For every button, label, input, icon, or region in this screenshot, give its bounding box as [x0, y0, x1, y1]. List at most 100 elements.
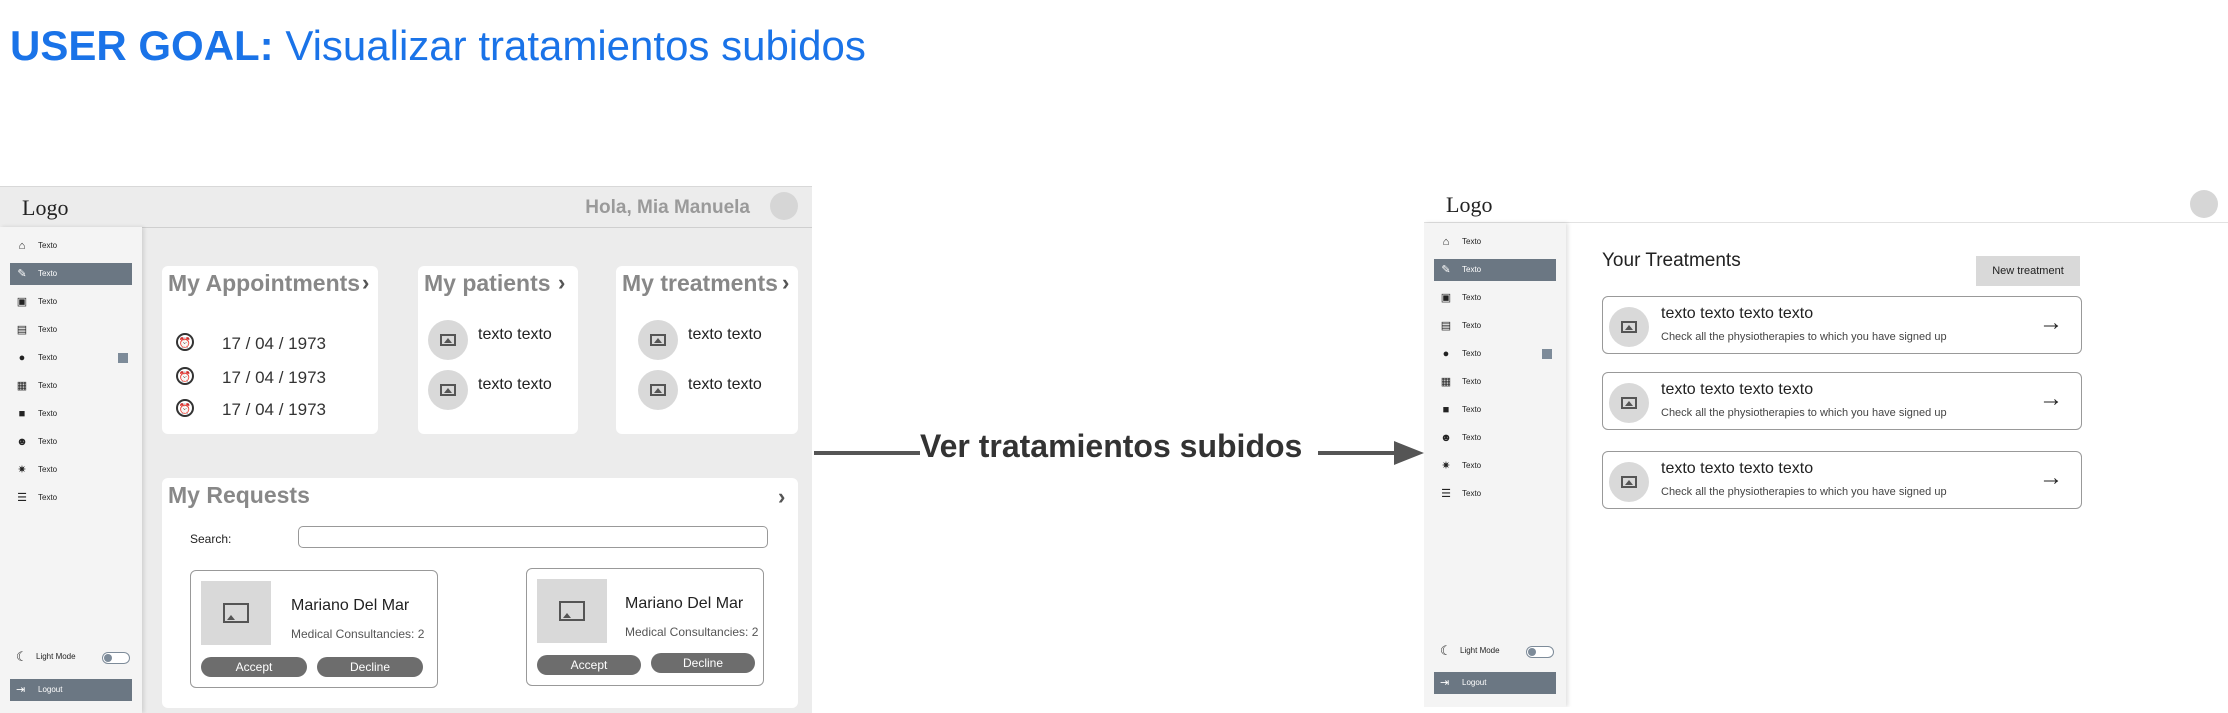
chevron-right-icon[interactable]: ›	[782, 270, 789, 296]
treatment-card[interactable]: texto texto texto texto Check all the ph…	[1602, 451, 2082, 509]
moon-icon: ☾	[16, 649, 28, 664]
treatments-card: My treatments › texto texto texto texto	[616, 266, 798, 434]
sidebar-item-4[interactable]: ▤ Texto	[1434, 315, 1556, 337]
sidebar-item-6[interactable]: ▦ Texto	[1434, 371, 1556, 393]
treatments-title[interactable]: My treatments	[622, 270, 778, 297]
sidebar-item-label: Texto	[1462, 405, 1482, 414]
sidebar-item-4[interactable]: ▤ Texto	[10, 319, 132, 341]
sidebar-item-3[interactable]: ▣ Texto	[1434, 287, 1556, 309]
treatment-card[interactable]: texto texto texto texto Check all the ph…	[1602, 372, 2082, 430]
sidebar-item-label: Texto	[1462, 265, 1482, 274]
sidebar-item-3[interactable]: ▣ Texto	[10, 291, 132, 313]
arrow-right-icon	[1394, 441, 1424, 465]
notification-badge	[118, 353, 128, 363]
notification-badge	[1542, 349, 1552, 359]
sidebar-item-8[interactable]: ☻ Texto	[10, 431, 132, 453]
request-card: Mariano Del Mar Medical Consultancies: 2…	[190, 570, 438, 688]
search-label: Search:	[190, 532, 232, 546]
sidebar-item-2[interactable]: ✎ Texto	[10, 263, 132, 285]
dashboard-screen: Logo Hola, Mia Manuela ⌂ Texto ✎ Texto ▣ Te…	[0, 186, 812, 713]
chevron-right-icon[interactable]: ›	[362, 270, 369, 296]
image-placeholder-icon	[1609, 462, 1649, 502]
treatment-title: texto texto texto texto	[1661, 305, 1814, 322]
treatments-screen: Logo ⌂ Texto ✎ Texto ▣ Texto ▤ Texto ● Texto …	[1424, 186, 2228, 707]
requests-title[interactable]: My Requests	[168, 482, 310, 509]
arrow-right-icon[interactable]: →	[2039, 464, 2063, 492]
accept-button[interactable]: Accept	[537, 655, 641, 675]
sidebar-item-label: Texto	[1462, 349, 1482, 358]
image-placeholder-icon	[1609, 383, 1649, 423]
chevron-right-icon[interactable]: ›	[558, 270, 565, 296]
logout-button[interactable]: ⇥ Logout	[1434, 672, 1556, 694]
document-icon: ▤	[16, 324, 28, 336]
sidebar-item-label: Texto	[38, 465, 58, 474]
logout-button[interactable]: ⇥ Logout	[10, 679, 132, 701]
sidebar-item-8[interactable]: ☻ Texto	[1434, 427, 1556, 449]
image-placeholder-icon	[638, 320, 678, 360]
sidebar-item-label: Texto	[38, 297, 58, 306]
top-bar: Logo Hola, Mia Manuela	[0, 186, 812, 228]
light-mode-label: Light Mode	[36, 652, 76, 661]
sidebar-item-label: Texto	[38, 269, 58, 278]
chat-icon: ●	[18, 352, 26, 364]
decline-button[interactable]: Decline	[651, 653, 755, 673]
logout-icon: ⇥	[16, 684, 26, 696]
arrow-right-icon[interactable]: →	[2039, 385, 2063, 413]
decline-button[interactable]: Decline	[317, 657, 423, 677]
gear-icon: ✷	[1441, 460, 1451, 472]
logo[interactable]: Logo	[1446, 192, 1492, 218]
patients-title[interactable]: My patients	[424, 270, 551, 297]
sidebar-item-label: Texto	[38, 241, 58, 250]
avatar[interactable]	[2190, 190, 2218, 218]
sidebar-item-2[interactable]: ✎ Texto	[1434, 259, 1556, 281]
sidebar-item-1[interactable]: ⌂ Texto	[1434, 231, 1556, 253]
new-treatment-button[interactable]: New treatment	[1976, 256, 2080, 286]
flow-arrow-line-left	[814, 451, 920, 455]
gear-icon: ✷	[17, 464, 27, 476]
people-icon: ☻	[1440, 432, 1452, 444]
accept-button[interactable]: Accept	[201, 657, 307, 677]
sidebar-item-label: Texto	[38, 381, 58, 390]
sidebar-item-7[interactable]: ■ Texto	[10, 403, 132, 425]
edit-icon: ✎	[17, 268, 27, 280]
image-placeholder-icon	[1609, 307, 1649, 347]
sidebar-item-1[interactable]: ⌂ Texto	[10, 235, 132, 257]
logout-label: Logout	[38, 685, 63, 694]
user-goal-heading: USER GOAL: Visualizar tratamientos subid…	[10, 22, 866, 70]
home-icon: ⌂	[1442, 236, 1450, 248]
sidebar-item-6[interactable]: ▦ Texto	[10, 375, 132, 397]
sliders-icon: ☰	[1441, 488, 1451, 500]
treatment-title: texto texto texto texto	[1661, 460, 1814, 477]
logout-icon: ⇥	[1440, 677, 1450, 689]
request-detail: Medical Consultancies: 2	[625, 625, 759, 639]
avatar[interactable]	[770, 192, 798, 220]
top-bar: Logo	[1424, 186, 2228, 223]
sidebar-item-label: Texto	[38, 437, 58, 446]
sidebar-item-9[interactable]: ✷ Texto	[10, 459, 132, 481]
chevron-right-icon[interactable]: ›	[778, 484, 785, 510]
sidebar-item-9[interactable]: ✷ Texto	[1434, 455, 1556, 477]
search-input[interactable]	[298, 526, 768, 548]
sidebar-item-10[interactable]: ☰ Texto	[1434, 483, 1556, 505]
appointments-title[interactable]: My Appointments	[168, 270, 360, 297]
greeting-text: Hola, Mia Manuela	[585, 197, 750, 218]
edit-icon: ✎	[1441, 264, 1451, 276]
people-icon: ☻	[16, 436, 28, 448]
logo[interactable]: Logo	[22, 195, 68, 221]
sidebar-item-5[interactable]: ● Texto	[1434, 343, 1556, 365]
alarm-icon: ⏰	[176, 367, 194, 385]
treatment-card[interactable]: texto texto texto texto Check all the ph…	[1602, 296, 2082, 354]
home-icon: ⌂	[18, 240, 26, 252]
sidebar-item-5[interactable]: ● Texto	[10, 347, 132, 369]
sidebar-item-7[interactable]: ■ Texto	[1434, 399, 1556, 421]
sidebar-item-label: Texto	[1462, 489, 1482, 498]
light-mode-toggle[interactable]	[102, 652, 130, 664]
appointments-card: My Appointments › ⏰ 17 / 04 / 1973 ⏰ 17 / …	[162, 266, 378, 434]
appointment-date: 17 / 04 / 1973	[222, 400, 326, 419]
alarm-icon: ⏰	[176, 333, 194, 351]
light-mode-toggle[interactable]	[1526, 646, 1554, 658]
flow-label: Ver tratamientos subidos	[920, 428, 1303, 464]
sidebar-item-label: Texto	[1462, 321, 1482, 330]
arrow-right-icon[interactable]: →	[2039, 309, 2063, 337]
sidebar-item-10[interactable]: ☰ Texto	[10, 487, 132, 509]
